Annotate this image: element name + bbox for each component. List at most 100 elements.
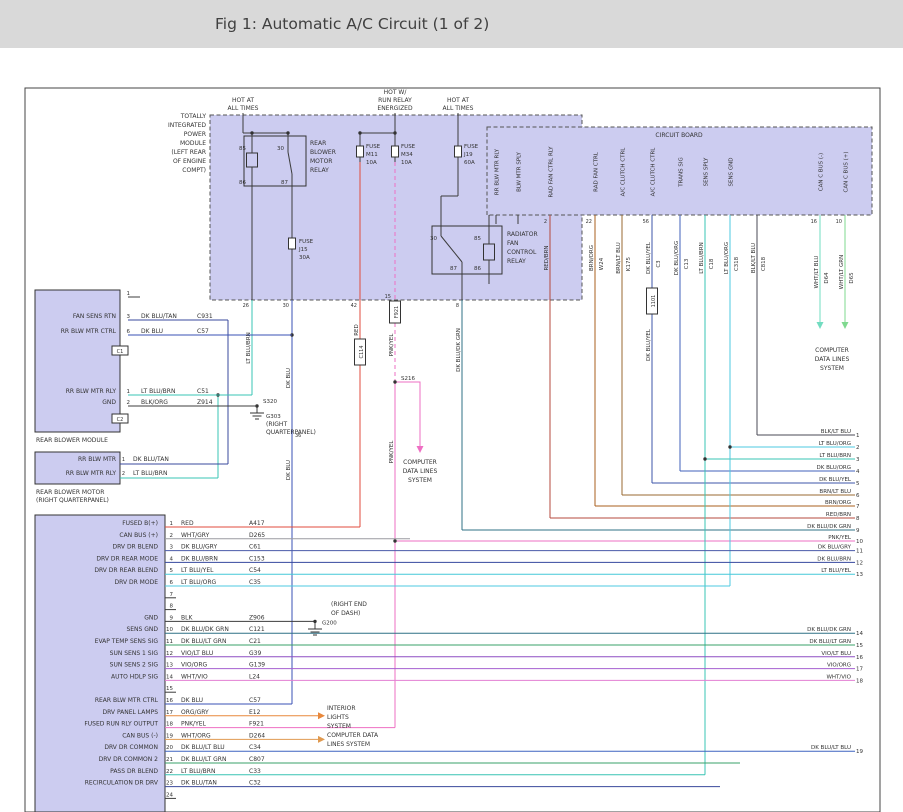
system-label: SYSTEM [820,365,844,372]
terminal-color-label: DK BLU/DK GRN [807,627,851,633]
hot-feed-label: RUN RELAY [378,97,412,104]
fuse-icon [357,146,364,157]
module-pin-label: SENS GND [126,626,158,633]
junction-dot [358,131,361,134]
tipm-label: (LEFT REAR [171,149,206,156]
terminal-color-label: BRN/ORG [825,500,851,506]
wire-code-label: L24 [249,673,260,680]
wire-pnk-yel [395,382,420,446]
wire-color-label: LT BLU/ORG [181,579,217,586]
module-pin-label: RR BLW MTR CTRL [61,328,117,335]
wire-color-label: LT BLU/BRN [246,332,252,364]
module-pin-label: DRV DR MODE [115,579,159,586]
wire-code-label: Z906 [249,614,265,621]
junction-dot [313,620,316,623]
hot-feed-label: HOT W/ [384,89,408,96]
wire-color-label: VIO/LT BLU [181,650,213,657]
wire-pin-number: 15 [385,294,391,300]
module-pin-label: SUN SENS 2 SIG [110,662,159,669]
wire-pin-number: 17 [166,710,173,716]
module-pin-label: SUN SENS 1 SIG [110,650,159,657]
board-pin-label: RAD FAN CTRL RLY [549,146,555,198]
wire-pin-number: 8 [456,303,459,309]
system-label: INTERIOR [327,705,356,712]
relay-pin: 85 [474,236,481,242]
wire-pin-number: 2 [544,219,547,225]
terminal-color-label: DK BLU/BRN [817,556,851,562]
wire-code-label: C807 [249,756,265,763]
wire-code-label: C318 [734,256,740,271]
relay-pin: 85 [239,146,246,152]
module-pin-label: DRV DR REAR BLEND [94,567,158,574]
wire-code-label: G139 [249,662,265,669]
terminal-color-label: BLK/LT BLU [821,429,851,435]
tipm-label: MODULE [180,140,206,147]
arrow-right-icon [318,736,325,743]
wire-pin-number: 24 [166,792,173,798]
arrow-down-icon [417,446,424,453]
wire-code-label: C153 [249,555,265,562]
junction-dot [703,457,706,460]
fuse-label: J15 [298,247,308,253]
connector-label: 1101 [651,295,657,308]
wire-code-label: D264 [249,732,265,739]
terminal-number: 3 [856,457,860,463]
terminal-number: 16 [856,655,863,661]
terminal-color-label: VIO/ORG [827,663,851,669]
board-pin-label: A/C CLUTCH CTRL [621,147,627,197]
board-pin-label: TRANS SIG [679,157,685,187]
wire-pin-number: 6 [127,329,131,335]
terminal-color-label: DK BLU/LT BLU [811,745,851,751]
junction-dot [250,131,253,134]
terminal-number: 4 [856,469,860,475]
wire-color-label: PNK/YEL [389,333,395,357]
wire-color-label: DK BLU/DK GRN [181,626,229,633]
relay1-name: REAR [310,140,326,147]
hot-feed-label: HOT AT [447,97,469,104]
hot-feed-label: ALL TIMES [228,105,259,112]
terminal-color-label: PNK/YEL [828,535,852,541]
motor-pin-label: RR BLW MTR RLY [66,470,117,477]
wire-color-label: DK BLU/LT BLU [181,744,225,751]
ground-location: QUARTERPANEL) [266,429,316,436]
board-pin-label: CAN C BUS (+) [844,152,850,193]
wire-pin-number: 10 [166,627,173,633]
wire-code-label: C931 [197,313,213,320]
connector-label: C1 [117,349,124,355]
wire-color-label: DK BLU/YEL [646,328,652,361]
board-pin-label: CAN C BUS (-) [819,153,825,191]
tipm-label: POWER [184,131,206,138]
connector-label: C114 [359,345,365,358]
wire-pin-number: 16 [811,219,817,225]
wire-color-label: DK BLU/GRY [181,544,217,551]
wire-code-label: D265 [249,532,265,539]
terminal-color-label: VIO/LT BLU [821,651,851,657]
wire-pin-number: 6 [170,580,174,586]
motor-pin-label: RR BLW MTR [78,456,116,463]
wire-pin-number: 42 [351,303,357,309]
wire-color-label: DK BLU [141,328,163,335]
terminal-color-label: RED/BRN [826,512,851,518]
arrow-right-icon [318,712,325,719]
fuse-label: 10A [401,160,412,166]
junction-dot [286,131,289,134]
relay2-name: RELAY [507,258,526,265]
module-pin-label: EVAP TEMP SENS SIG [95,638,159,645]
wire-pin-number: 23 [166,781,173,787]
fuse-label: FUSE [299,239,314,245]
wire-pin-number: 1 [122,457,125,463]
relay-pin: 30 [430,236,437,242]
fuse-icon [455,146,462,157]
circuit-board-title: CIRCUIT BOARD [655,132,703,139]
tipm-label: TOTALLY [180,113,207,120]
module-pin-label: FAN SENS RTN [73,313,116,320]
terminal-number: 7 [856,504,860,510]
ground-location: (RIGHT END [331,601,367,608]
wire-color-label: LT BLU/YEL [181,567,214,574]
wire-color-label: DK BLU/BRN [181,555,218,562]
wire-color-label: DK BLU/TAN [181,780,217,787]
terminal-color-label: DK BLU/GRY [818,545,852,551]
wire-code-label: G39 [249,650,261,657]
board-pin-label: BLW MTR SPLY [517,152,523,192]
wire-pin-number: 7 [170,592,174,598]
